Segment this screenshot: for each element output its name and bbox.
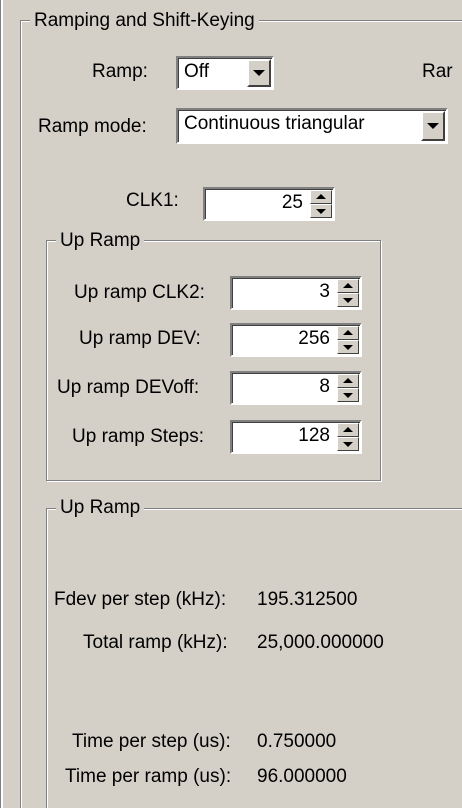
arrow-up-icon — [316, 194, 326, 199]
ramp-mode-dropdown-button[interactable] — [421, 111, 445, 141]
clk1-increment-button[interactable] — [310, 190, 332, 204]
clk1-value: 25 — [281, 192, 303, 213]
arrow-down-icon — [343, 345, 353, 350]
arrow-down-icon — [343, 298, 353, 303]
up-ramp-devoff-decrement-button[interactable] — [337, 388, 359, 402]
clk1-decrement-button[interactable] — [310, 204, 332, 218]
arrow-up-icon — [343, 330, 353, 335]
clk1-label: CLK1: — [126, 190, 179, 211]
ramp-mode-select-value: Continuous triangular — [184, 113, 365, 134]
ramp-right-label-cut: Rar — [422, 61, 453, 82]
time-per-step-label: Time per step (us): — [72, 731, 231, 752]
arrow-up-icon — [343, 427, 353, 432]
up-ramp-results-groupbox — [46, 508, 462, 808]
up-ramp-dev-decrement-button[interactable] — [337, 340, 359, 354]
ramping-group-title: Ramping and Shift-Keying — [30, 10, 259, 32]
up-ramp-clk2-spin-buttons — [337, 279, 359, 307]
ramp-select[interactable]: Off — [176, 56, 274, 90]
up-ramp-clk2-value: 3 — [319, 281, 330, 302]
arrow-up-icon — [343, 283, 353, 288]
up-ramp-devoff-label: Up ramp DEVoff: — [57, 377, 200, 398]
up-ramp-devoff-spin-buttons — [337, 374, 359, 402]
up-ramp-dev-spin-buttons — [337, 326, 359, 354]
up-ramp-dev-stepper[interactable]: 256 — [230, 323, 362, 357]
clk1-stepper[interactable]: 25 — [203, 187, 335, 221]
panel-edge — [0, 0, 3, 808]
up-ramp-clk2-increment-button[interactable] — [337, 279, 359, 293]
ramp-mode-select[interactable]: Continuous triangular — [176, 108, 448, 144]
ramping-panel: Ramping and Shift-Keying Ramp: Off Rar R… — [0, 0, 462, 808]
ramp-dropdown-button[interactable] — [247, 59, 271, 87]
up-ramp-clk2-stepper[interactable]: 3 — [230, 276, 362, 310]
up-ramp-clk2-label: Up ramp CLK2: — [74, 282, 205, 303]
up-ramp-steps-increment-button[interactable] — [337, 423, 359, 437]
up-ramp-steps-value: 128 — [298, 425, 330, 446]
arrow-down-icon — [343, 442, 353, 447]
time-per-ramp-value: 96.000000 — [257, 766, 347, 787]
up-ramp-devoff-stepper[interactable]: 8 — [230, 371, 362, 405]
up-ramp-steps-decrement-button[interactable] — [337, 437, 359, 451]
up-ramp-dev-label: Up ramp DEV: — [79, 328, 201, 349]
up-ramp-results-group-title: Up Ramp — [56, 497, 145, 519]
up-ramp-devoff-increment-button[interactable] — [337, 374, 359, 388]
arrow-up-icon — [343, 378, 353, 383]
time-per-ramp-label: Time per ramp (us): — [65, 766, 232, 787]
fdev-per-step-label: Fdev per step (kHz): — [54, 589, 227, 610]
up-ramp-devoff-value: 8 — [319, 376, 330, 397]
ramp-label: Ramp: — [92, 61, 148, 82]
chevron-down-icon — [427, 123, 439, 129]
fdev-per-step-value: 195.312500 — [257, 589, 358, 610]
up-ramp-steps-spin-buttons — [337, 423, 359, 451]
clk1-spin-buttons — [310, 190, 332, 218]
total-ramp-label: Total ramp (kHz): — [83, 632, 228, 653]
total-ramp-value: 25,000.000000 — [257, 632, 384, 653]
chevron-down-icon — [253, 70, 265, 76]
arrow-down-icon — [316, 209, 326, 214]
up-ramp-input-group-title: Up Ramp — [56, 230, 145, 252]
arrow-down-icon — [343, 393, 353, 398]
up-ramp-steps-stepper[interactable]: 128 — [230, 420, 362, 454]
up-ramp-clk2-decrement-button[interactable] — [337, 293, 359, 307]
time-per-step-value: 0.750000 — [257, 731, 337, 752]
ramp-select-value: Off — [184, 61, 209, 82]
up-ramp-steps-label: Up ramp Steps: — [72, 426, 204, 447]
ramp-mode-label: Ramp mode: — [38, 116, 147, 137]
up-ramp-dev-increment-button[interactable] — [337, 326, 359, 340]
up-ramp-dev-value: 256 — [298, 328, 330, 349]
